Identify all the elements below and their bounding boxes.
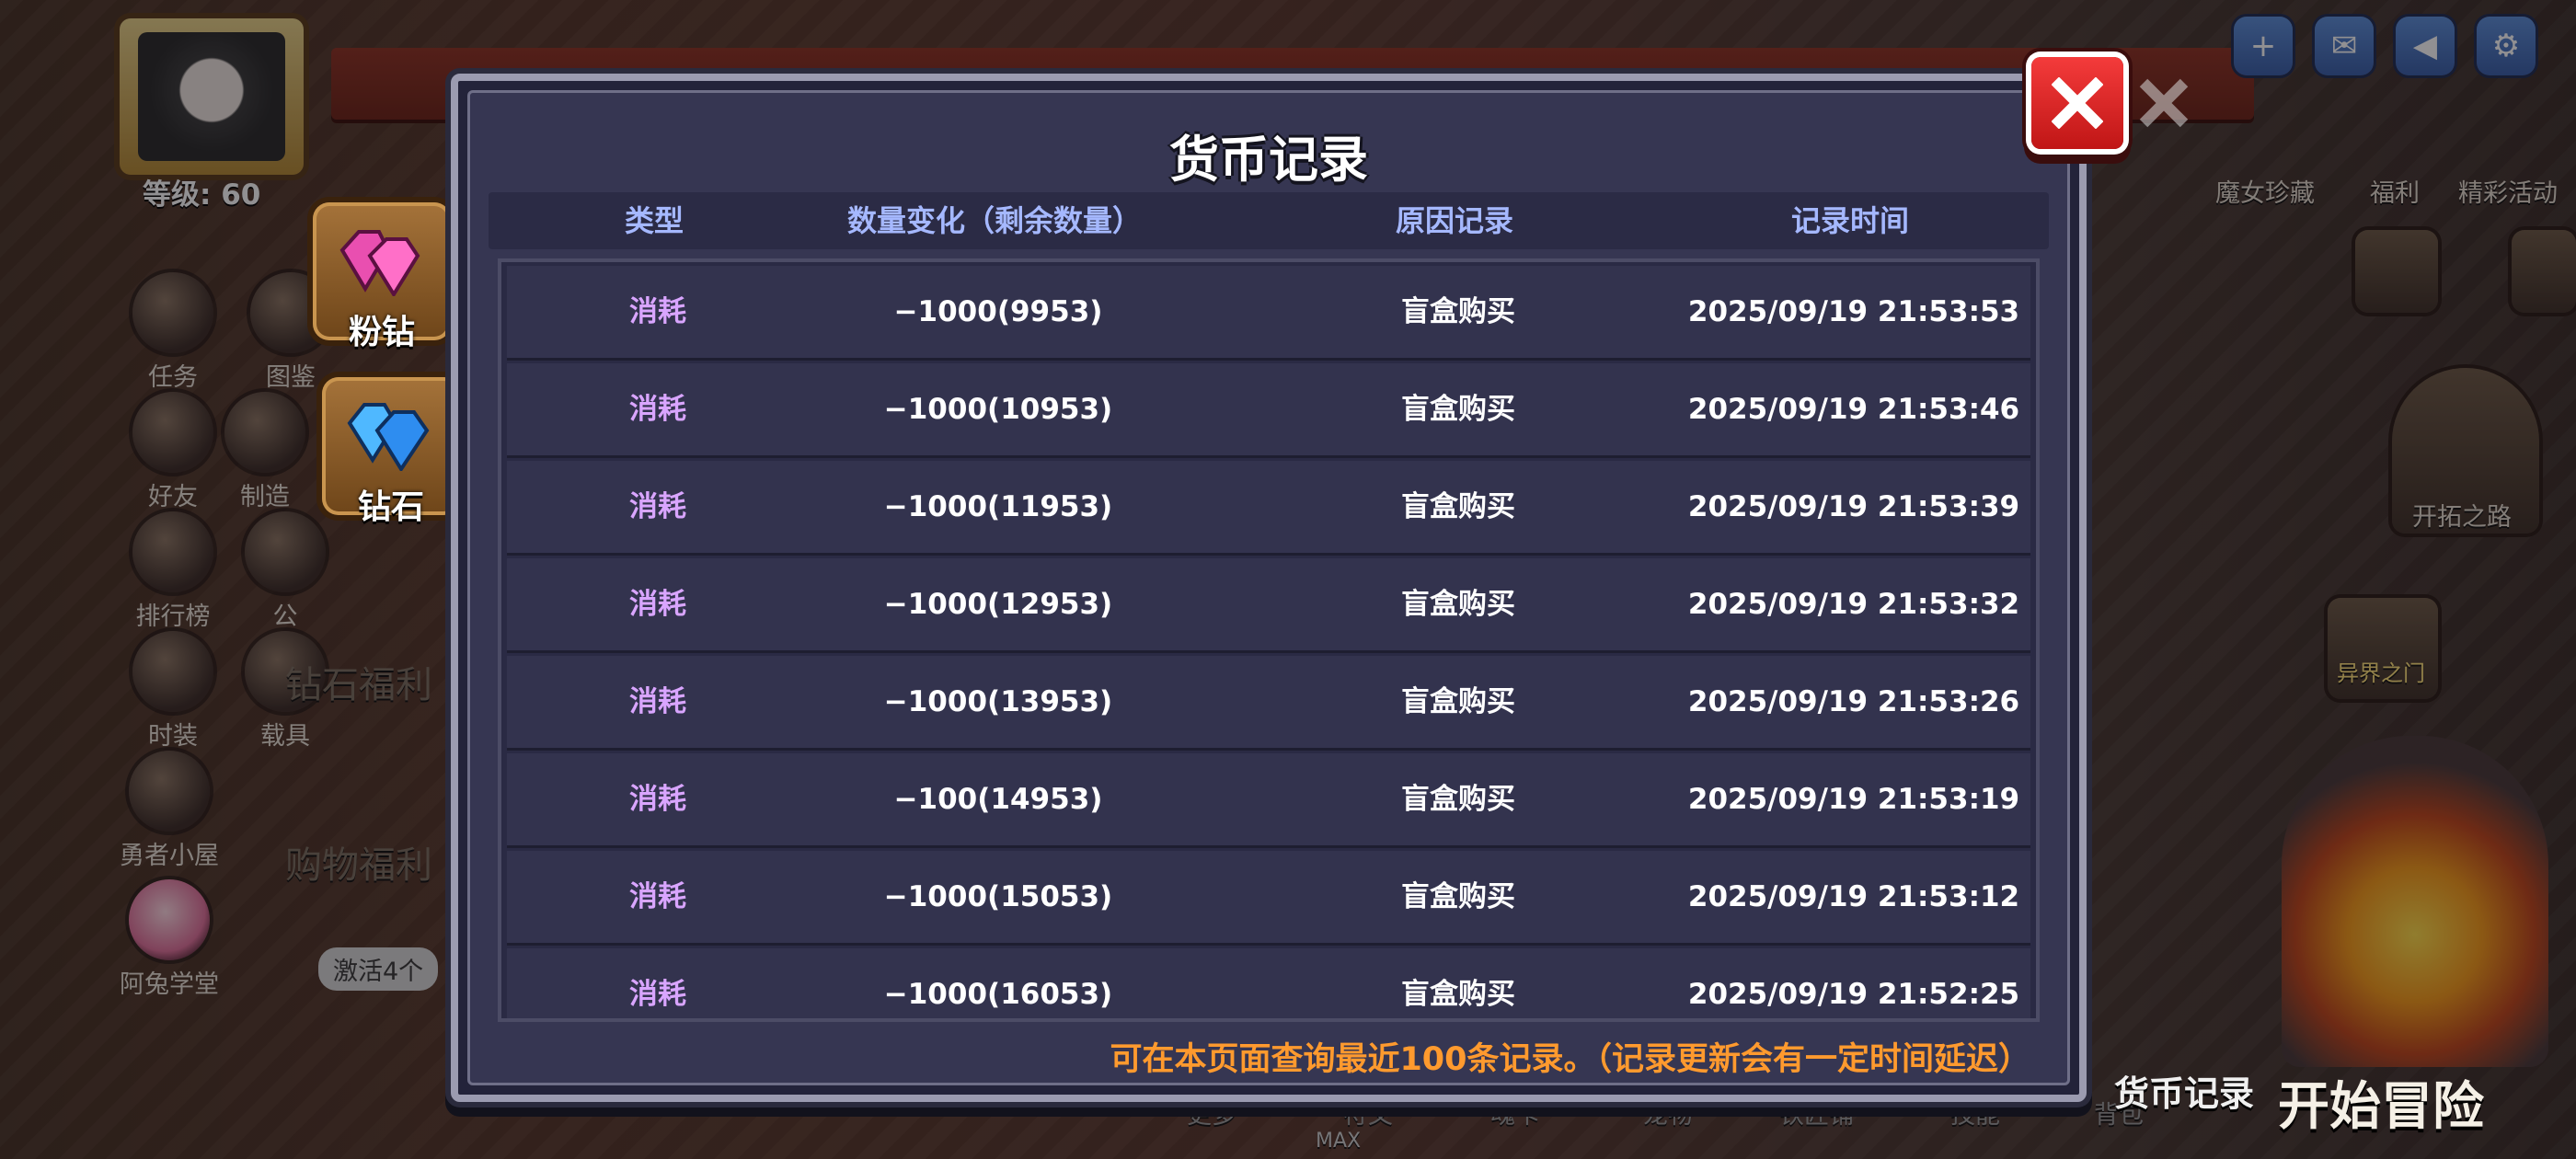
- row-reason: 盲盒购买: [1401, 490, 1515, 523]
- row-change: −1000(10953): [883, 393, 1113, 426]
- row-type: 消耗: [629, 490, 686, 523]
- row-change: −1000(12953): [883, 588, 1113, 621]
- row-reason: 盲盒购买: [1401, 685, 1515, 718]
- table-row: 消耗 −1000(13953) 盲盒购买 2025/09/19 21:53:26: [507, 656, 2030, 751]
- currency-tab-pink-diamond[interactable]: 粉钻: [313, 202, 451, 351]
- row-type: 消耗: [629, 685, 686, 718]
- row-reason: 盲盒购买: [1401, 880, 1515, 913]
- row-type: 消耗: [629, 978, 686, 1011]
- row-time: 2025/09/19 21:53:19: [1687, 783, 2020, 816]
- table-row: 消耗 −1000(9953) 盲盒购买 2025/09/19 21:53:53: [507, 266, 2030, 361]
- row-time: 2025/09/19 21:52:25: [1687, 978, 2020, 1011]
- table-row: 消耗 −1000(12953) 盲盒购买 2025/09/19 21:53:32: [507, 558, 2030, 653]
- row-reason: 盲盒购买: [1401, 295, 1515, 328]
- column-header-type: 类型: [624, 203, 684, 238]
- row-change: −1000(9953): [893, 295, 1103, 328]
- row-reason: 盲盒购买: [1401, 978, 1515, 1011]
- row-change: −100(14953): [893, 783, 1103, 816]
- row-time: 2025/09/19 21:53:32: [1687, 588, 2020, 621]
- table-row: 消耗 −1000(16053) 盲盒购买 2025/09/19 21:52:25: [507, 948, 2030, 1018]
- currency-record-shortcut[interactable]: 货币记录: [2114, 1065, 2254, 1116]
- row-type: 消耗: [629, 295, 686, 328]
- table-row: 消耗 −100(14953) 盲盒购买 2025/09/19 21:53:19: [507, 753, 2030, 848]
- currency-tab-diamond[interactable]: 钻石: [322, 377, 460, 526]
- background-close-icon: [2139, 78, 2189, 128]
- column-header-time: 记录时间: [1790, 203, 1909, 238]
- close-button[interactable]: [2031, 57, 2123, 149]
- modal-title: 货币记录: [1169, 131, 1368, 189]
- row-type: 消耗: [629, 783, 686, 816]
- table-row: 消耗 −1000(11953) 盲盒购买 2025/09/19 21:53:39: [507, 461, 2030, 556]
- row-reason: 盲盒购买: [1401, 783, 1515, 816]
- column-header-reason: 原因记录: [1395, 203, 1513, 238]
- row-type: 消耗: [629, 393, 686, 426]
- row-change: −1000(15053): [883, 880, 1113, 913]
- close-icon: [2052, 77, 2103, 129]
- table-header: 类型 数量变化（剩余数量） 原因记录 记录时间: [489, 192, 2049, 249]
- row-time: 2025/09/19 21:53:53: [1687, 295, 2020, 328]
- row-reason: 盲盒购买: [1401, 588, 1515, 621]
- row-type: 消耗: [629, 880, 686, 913]
- pink-diamond-icon: [339, 230, 420, 296]
- row-change: −1000(11953): [883, 490, 1113, 523]
- modal-body: 货币记录 类型 数量变化（剩余数量） 原因记录 记录时间 消耗 −1000(99…: [467, 90, 2070, 1085]
- row-change: −1000(16053): [883, 978, 1113, 1011]
- record-footnote: 可在本页面查询最近100条记录。（记录更新会有一定时间延迟）: [1110, 1041, 2030, 1078]
- diamond-label: 钻石: [357, 488, 424, 526]
- table-row: 消耗 −1000(15053) 盲盒购买 2025/09/19 21:53:12: [507, 851, 2030, 946]
- row-time: 2025/09/19 21:53:39: [1687, 490, 2020, 523]
- row-reason: 盲盒购买: [1401, 393, 1515, 426]
- row-time: 2025/09/19 21:53:26: [1687, 685, 2020, 718]
- blue-diamond-icon: [347, 403, 430, 471]
- row-time: 2025/09/19 21:53:46: [1687, 393, 2020, 426]
- start-adventure-button[interactable]: 开始冒险: [2278, 1065, 2484, 1140]
- row-time: 2025/09/19 21:53:12: [1687, 880, 2020, 913]
- row-type: 消耗: [629, 588, 686, 621]
- record-list[interactable]: 消耗 −1000(9953) 盲盒购买 2025/09/19 21:53:53 …: [498, 258, 2040, 1022]
- pink-diamond-label: 粉钻: [348, 314, 415, 351]
- currency-record-modal: 货币记录 类型 数量变化（剩余数量） 原因记录 记录时间 消耗 −1000(99…: [451, 74, 2087, 1102]
- table-row: 消耗 −1000(10953) 盲盒购买 2025/09/19 21:53:46: [507, 363, 2030, 458]
- row-change: −1000(13953): [883, 685, 1113, 718]
- column-header-change: 数量变化（剩余数量）: [846, 203, 1142, 238]
